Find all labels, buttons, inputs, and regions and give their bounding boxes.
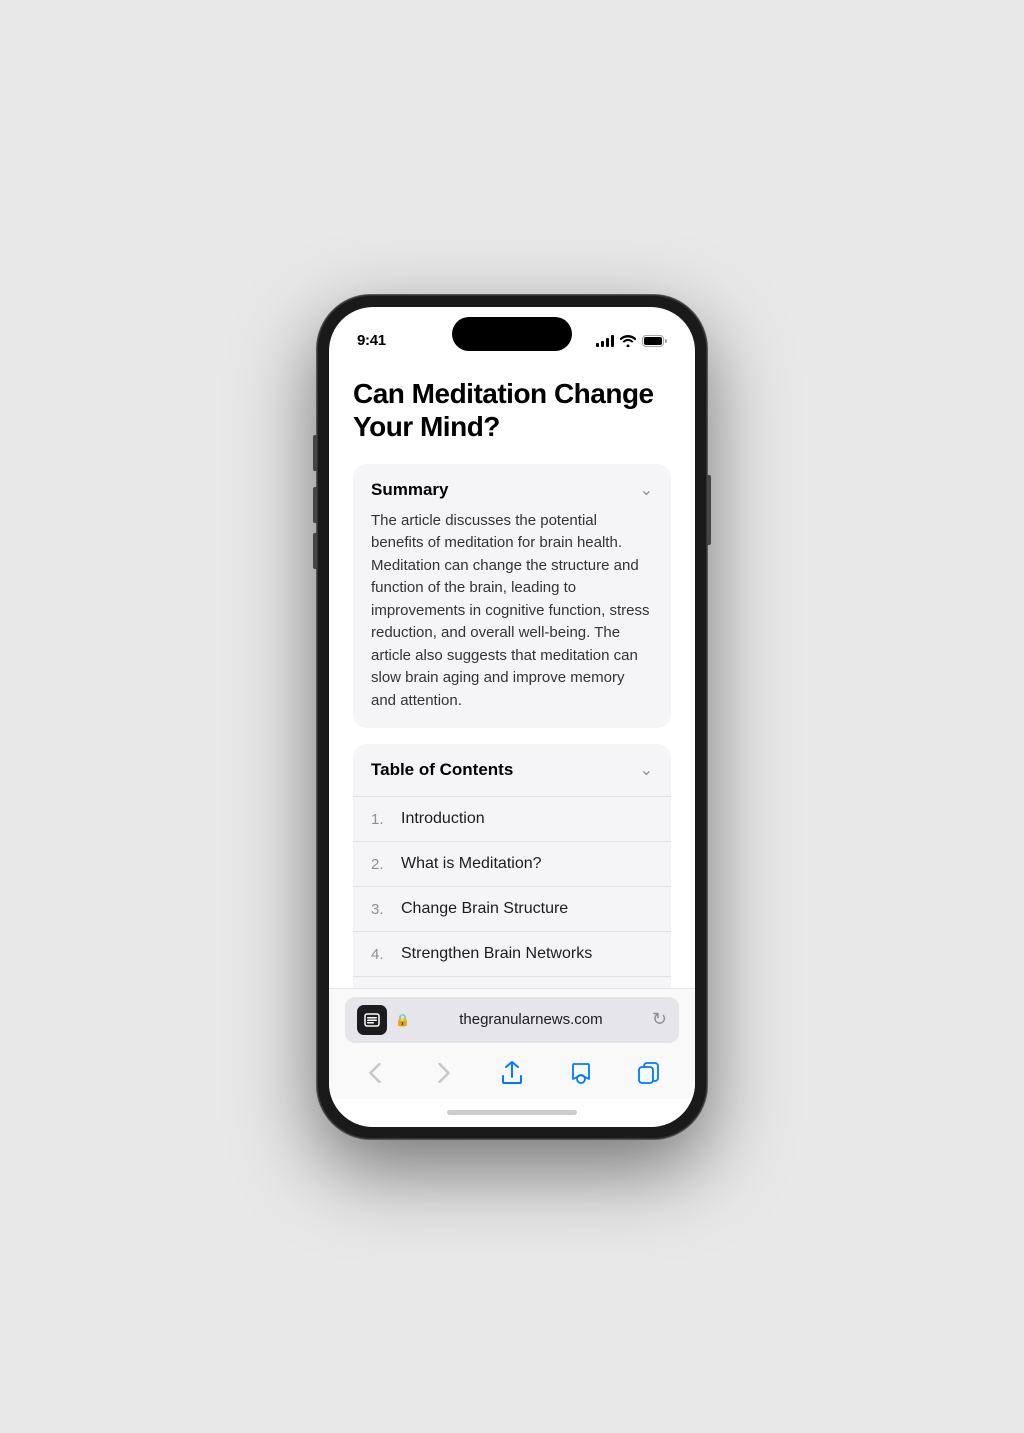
- toc-number-2: 2.: [371, 856, 391, 873]
- summary-card-header: Summary ⌄: [371, 480, 653, 500]
- toc-number-1: 1.: [371, 811, 391, 828]
- toc-header: Table of Contents ⌄: [353, 744, 671, 796]
- toc-heading: Table of Contents: [371, 760, 513, 780]
- toc-label-3: Change Brain Structure: [401, 900, 568, 918]
- phone-screen: 9:41: [329, 307, 695, 1127]
- reader-mode-button[interactable]: [357, 1005, 387, 1035]
- safari-toolbar: 🔒 thegranularnews.com ↻: [329, 988, 695, 1099]
- home-bar: [447, 1110, 577, 1115]
- status-icons: [596, 335, 667, 347]
- bookmarks-button[interactable]: [559, 1055, 603, 1091]
- toolbar-actions: [345, 1053, 679, 1095]
- forward-button[interactable]: [422, 1055, 466, 1091]
- home-indicator: [329, 1099, 695, 1127]
- share-button[interactable]: [490, 1055, 534, 1091]
- refresh-button[interactable]: ↻: [652, 1009, 667, 1030]
- summary-card: Summary ⌄ The article discusses the pote…: [353, 464, 671, 729]
- status-bar: 9:41: [329, 307, 695, 361]
- toc-card: Table of Contents ⌄ 1. Introduction 2. W…: [353, 744, 671, 987]
- toc-number-3: 3.: [371, 901, 391, 918]
- toc-label-4: Strengthen Brain Networks: [401, 945, 592, 963]
- phone-frame: 9:41: [317, 295, 707, 1139]
- summary-heading: Summary: [371, 480, 448, 500]
- content-area[interactable]: Can Meditation Change Your Mind? Summary…: [329, 361, 695, 988]
- tabs-button[interactable]: [627, 1055, 671, 1091]
- summary-chevron-icon[interactable]: ⌄: [640, 480, 653, 500]
- signal-bars-icon: [596, 335, 614, 347]
- toc-label-2: What is Meditation?: [401, 855, 542, 873]
- status-time: 9:41: [357, 332, 386, 349]
- address-bar[interactable]: 🔒 thegranularnews.com ↻: [345, 997, 679, 1043]
- toc-item-2[interactable]: 2. What is Meditation?: [353, 841, 671, 886]
- article-title: Can Meditation Change Your Mind?: [353, 377, 671, 444]
- toc-item-5[interactable]: 5. Improve Cognitive Function: [353, 976, 671, 987]
- dynamic-island: [452, 317, 572, 351]
- wifi-icon: [620, 335, 636, 347]
- toc-item-4[interactable]: 4. Strengthen Brain Networks: [353, 931, 671, 976]
- summary-text: The article discusses the potential bene…: [371, 510, 653, 713]
- toc-item-3[interactable]: 3. Change Brain Structure: [353, 886, 671, 931]
- url-display[interactable]: thegranularnews.com: [418, 1011, 644, 1028]
- toc-number-4: 4.: [371, 946, 391, 963]
- toc-label-1: Introduction: [401, 810, 485, 828]
- battery-icon: [642, 335, 667, 347]
- back-button[interactable]: [353, 1055, 397, 1091]
- lock-icon: 🔒: [395, 1013, 410, 1027]
- toc-item-1[interactable]: 1. Introduction: [353, 796, 671, 841]
- toc-chevron-icon[interactable]: ⌄: [640, 760, 653, 780]
